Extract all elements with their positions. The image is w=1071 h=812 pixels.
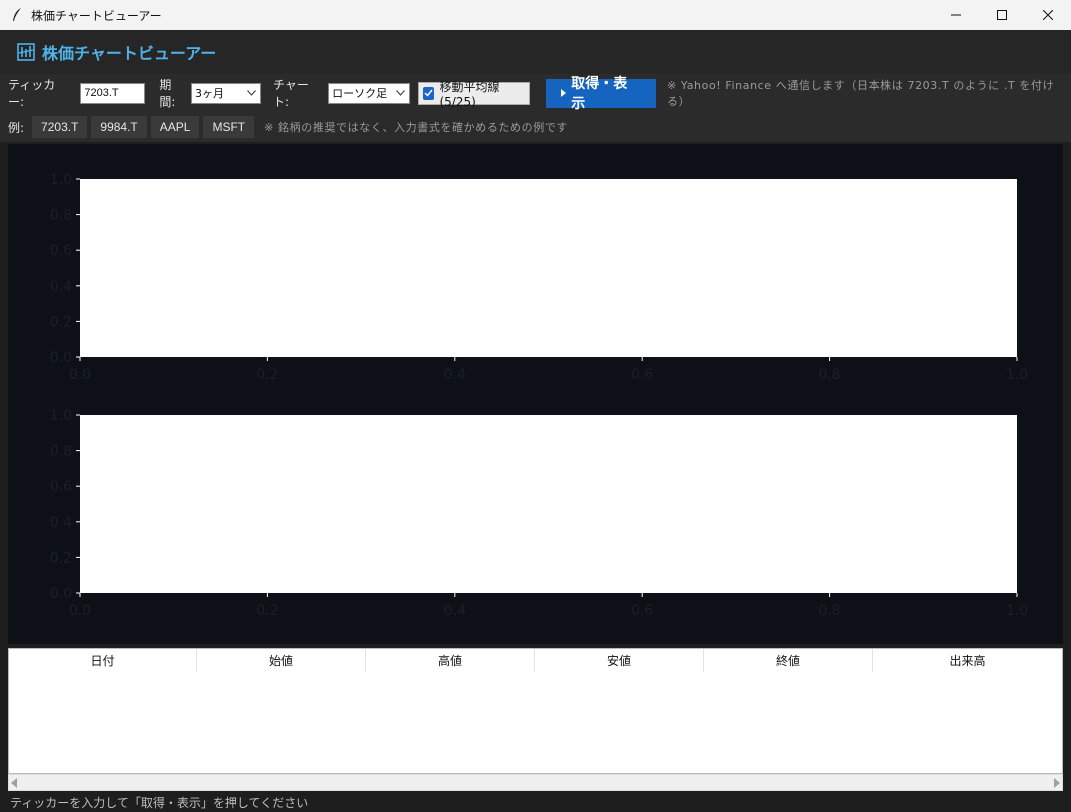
column-header-low[interactable]: 安値	[535, 649, 704, 672]
y-tick-label: 0.6	[50, 479, 72, 495]
x-tick-label: 0.0	[69, 367, 91, 383]
period-label: 期間:	[159, 78, 176, 109]
chart-icon	[16, 42, 36, 62]
chart-type-label: チャート:	[272, 78, 309, 109]
x-tick-label: 0.8	[818, 603, 840, 619]
x-tick-label: 0.6	[631, 603, 653, 619]
y-tick-label: 0.2	[50, 550, 72, 566]
y-tick-label: 0.0	[50, 350, 72, 366]
y-tick-label: 0.2	[50, 314, 72, 330]
ticker-input[interactable]: 7203.T	[80, 82, 146, 104]
example-chip-7203[interactable]: 7203.T	[32, 116, 88, 138]
moving-average-checkbox[interactable]: 移動平均線(5/25)	[417, 80, 531, 109]
chevron-down-icon	[393, 84, 409, 103]
period-select-value: 3ヶ月	[195, 87, 224, 100]
y-tick-label: 1.0	[50, 408, 72, 424]
x-tick-label: 1.0	[1006, 603, 1028, 619]
x-tick-label: 0.2	[256, 603, 278, 619]
window-title: 株価チャートビューアー	[31, 8, 162, 23]
x-tick-label: 0.4	[444, 367, 466, 383]
chart-canvas: 0.0 0.2 0.4 0.6 0.8 1.00.00.20.40.60.81.00.0 0…	[50, 172, 1028, 619]
y-tick-label: 0.0	[50, 586, 72, 602]
column-header-volume[interactable]: 出来高	[873, 649, 1062, 672]
play-icon	[561, 89, 567, 97]
scroll-right-icon[interactable]	[1054, 777, 1060, 788]
y-tick-label: 0.8	[50, 208, 72, 224]
table-horizontal-scrollbar[interactable]	[8, 774, 1063, 791]
y-tick-label: 0.6	[50, 243, 72, 259]
chart-area: 0.0 0.2 0.4 0.6 0.8 1.0 0.0 0.2 0.4 0.6 0.8 1.0 0.0 0…	[8, 144, 1063, 644]
moving-average-label: 移動平均線(5/25)	[439, 79, 500, 109]
minimize-icon[interactable]	[933, 0, 979, 30]
checkmark-icon	[422, 86, 435, 100]
plot-area	[80, 415, 1017, 593]
column-header-date[interactable]: 日付	[9, 649, 197, 672]
ticker-label: ティッカー:	[8, 78, 56, 109]
example-chip-9984[interactable]: 9984.T	[91, 116, 147, 138]
examples-label: 例:	[8, 120, 25, 135]
table-header: 日付 始値 高値 安値 終値 出来高	[9, 649, 1062, 673]
price-table: 日付 始値 高値 安値 終値 出来高	[8, 648, 1063, 774]
feather-icon	[9, 7, 25, 23]
column-header-close[interactable]: 終値	[704, 649, 873, 672]
column-header-high[interactable]: 高値	[366, 649, 535, 672]
app-title: 株価チャートビューアー	[42, 44, 217, 63]
chart-type-select[interactable]: ローソク足	[328, 82, 410, 104]
status-bar: ティッカーを入力して「取得・表示」を押してください	[0, 792, 1071, 812]
x-tick-label: 0.4	[444, 603, 466, 619]
maximize-icon[interactable]	[979, 0, 1025, 30]
toolbar: ティッカー: 7203.T 期間: 3ヶ月 チャート: ローソク足 移動平均線(…	[0, 74, 1071, 112]
fetch-display-label: 取得・表示	[571, 76, 628, 112]
chart-panel-1: 0.0 0.2 0.4 0.6 0.8 1.0 0.0 0.2 0.4 0.6 0.8 1.0	[50, 172, 1028, 383]
chart-type-select-value: ローソク足	[332, 87, 388, 100]
y-tick-label: 0.4	[50, 279, 72, 295]
x-tick-label: 0.0	[69, 603, 91, 619]
scroll-left-icon[interactable]	[11, 777, 17, 788]
examples-row: 例: 7203.T 9984.T AAPL MSFT ※ 銘柄の推奨ではなく、入…	[0, 112, 1071, 142]
x-tick-label: 0.8	[818, 367, 840, 383]
app-header: 株価チャートビューアー	[0, 30, 1071, 74]
chevron-down-icon	[244, 84, 260, 103]
network-note: ※ Yahoo! Finance へ通信します（日本株は 7203.T のように…	[667, 79, 1055, 108]
x-tick-label: 0.6	[631, 367, 653, 383]
chart-panel-2: 0.0 0.2 0.4 0.6 0.8 1.0 0.0 0.2 0.4 0.6 0.8 1.0	[50, 408, 1028, 619]
plot-area	[80, 179, 1017, 357]
y-tick-label: 0.8	[50, 444, 72, 460]
y-tick-label: 1.0	[50, 172, 72, 188]
status-text: ティッカーを入力して「取得・表示」を押してください	[10, 795, 309, 810]
x-tick-label: 0.2	[256, 367, 278, 383]
fetch-display-button[interactable]: 取得・表示	[546, 76, 656, 112]
period-select[interactable]: 3ヶ月	[191, 82, 261, 104]
window-titlebar: 株価チャートビューアー	[0, 0, 1071, 30]
example-chip-aapl[interactable]: AAPL	[150, 116, 200, 138]
x-tick-label: 1.0	[1006, 367, 1028, 383]
examples-note: ※ 銘柄の推奨ではなく、入力書式を確かめるための例です	[264, 121, 569, 134]
column-header-open[interactable]: 始値	[197, 649, 366, 672]
close-icon[interactable]	[1025, 0, 1071, 30]
y-tick-label: 0.4	[50, 515, 72, 531]
example-chip-msft[interactable]: MSFT	[203, 116, 255, 138]
